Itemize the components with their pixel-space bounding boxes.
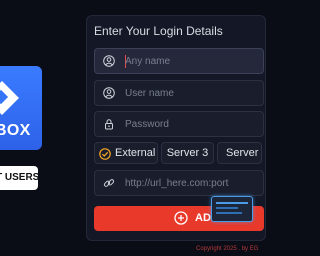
username-input[interactable]: [125, 81, 255, 105]
copyright-text: Copyright 2025 . by EG: [196, 246, 259, 252]
url-field[interactable]: [94, 170, 264, 196]
username-field[interactable]: [94, 80, 264, 106]
logo-tile: BOX: [0, 66, 42, 150]
link-icon: [103, 177, 115, 189]
thumbnail-bar: [216, 202, 248, 204]
password-input[interactable]: [125, 112, 255, 136]
server-option-3[interactable]: Server 3: [161, 142, 214, 164]
thumbnail-bar: [216, 212, 242, 214]
server-option-4[interactable]: Server: [217, 142, 262, 164]
users-button[interactable]: T USERS: [0, 166, 38, 190]
name-field[interactable]: [94, 48, 264, 74]
thumbnail-bar: [216, 207, 238, 209]
plus-circle-icon: [174, 211, 188, 225]
floating-window-thumbnail[interactable]: [211, 196, 253, 222]
url-input[interactable]: [125, 171, 255, 195]
server-option-label: Server 3: [166, 147, 209, 159]
user-icon: [103, 87, 115, 99]
login-title: Enter Your Login Details: [94, 24, 223, 38]
server-option-label: External: [115, 147, 156, 159]
server-option-label: Server: [226, 147, 259, 159]
name-input[interactable]: [125, 49, 255, 73]
password-field[interactable]: [94, 111, 264, 137]
user-icon: [103, 55, 115, 67]
lock-icon: [103, 118, 115, 130]
check-circle-icon: [99, 147, 111, 160]
server-option-external[interactable]: External: [94, 142, 158, 164]
logo-text: BOX: [0, 122, 31, 139]
